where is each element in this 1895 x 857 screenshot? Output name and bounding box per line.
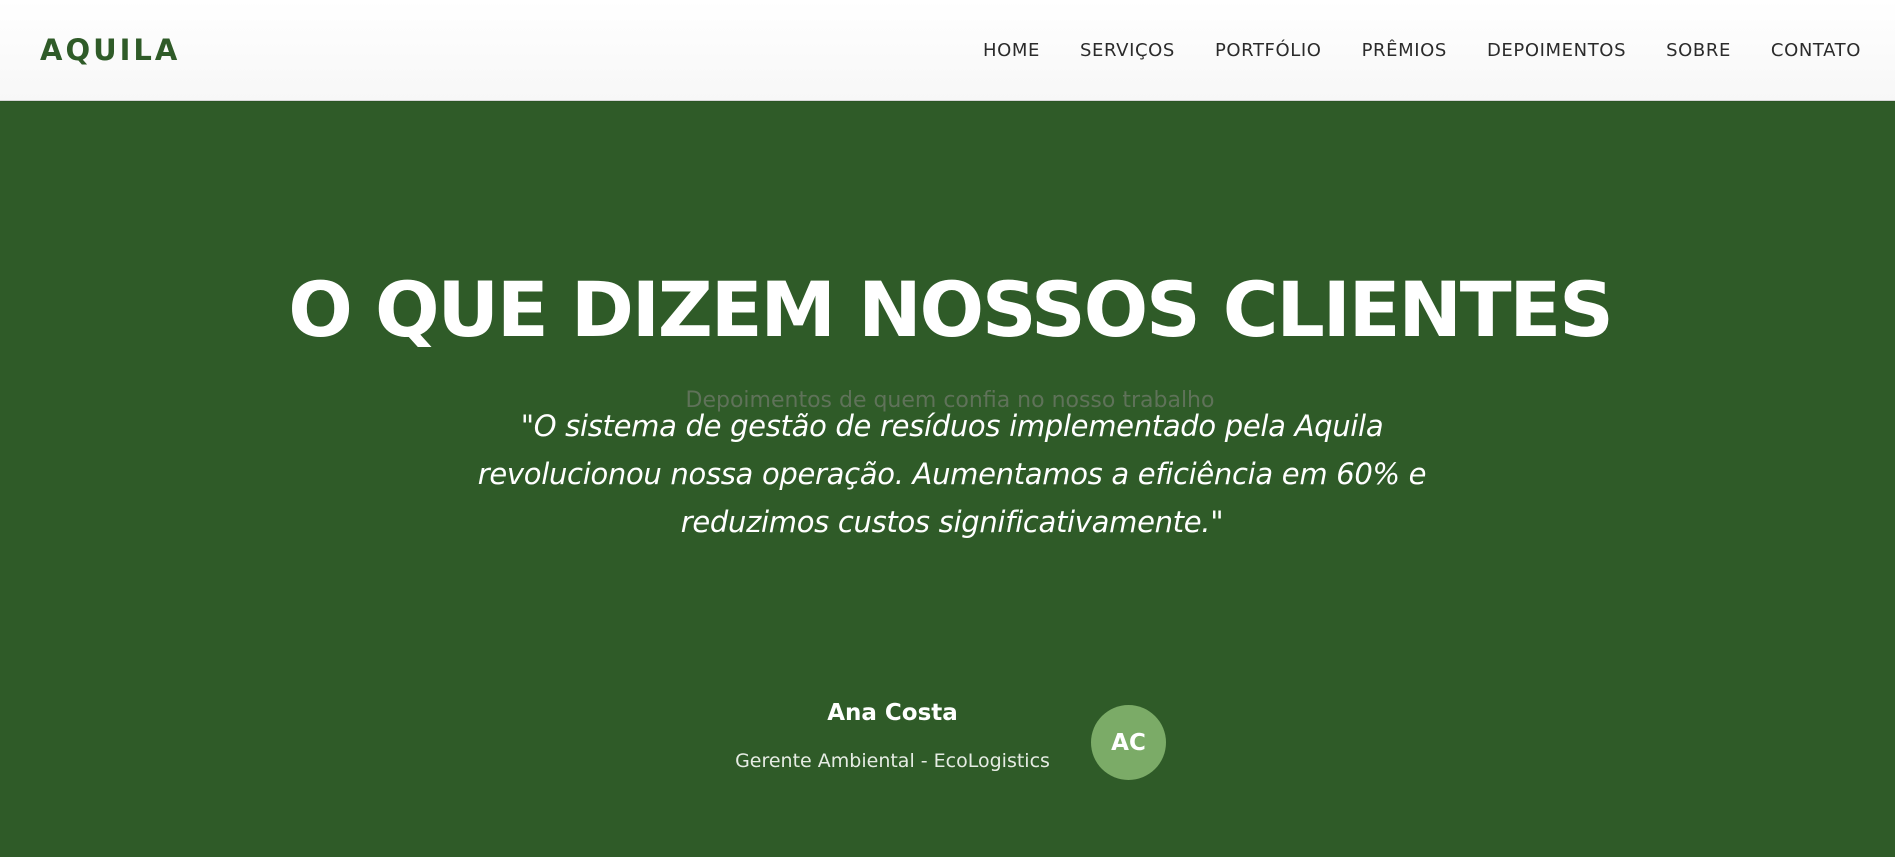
testimonial-quote: "O sistema de gestão de resíduos impleme… bbox=[477, 409, 1427, 539]
nav-link-premios[interactable]: PRÊMIOS bbox=[1362, 40, 1447, 61]
nav-link-portfolio[interactable]: PORTFÓLIO bbox=[1215, 40, 1322, 61]
nav-link-depoimentos[interactable]: DEPOIMENTOS bbox=[1487, 40, 1626, 61]
author-role: Gerente Ambiental - EcoLogistics bbox=[735, 750, 1050, 772]
nav-menu: HOME SERVIÇOS PORTFÓLIO PRÊMIOS DEPOIMEN… bbox=[943, 40, 1861, 61]
author-avatar: AC bbox=[1091, 705, 1166, 780]
nav-link-sobre[interactable]: SOBRE bbox=[1666, 40, 1731, 61]
nav-link-servicos[interactable]: SERVIÇOS bbox=[1080, 40, 1175, 61]
section-title: O QUE DIZEM NOSSOS CLIENTES bbox=[288, 265, 1614, 354]
nav-link-home[interactable]: HOME bbox=[983, 40, 1040, 61]
nav-link-contato[interactable]: CONTATO bbox=[1771, 40, 1861, 61]
logo[interactable]: AQUILA bbox=[40, 33, 180, 67]
top-navbar: AQUILA HOME SERVIÇOS PORTFÓLIO PRÊMIOS D… bbox=[0, 0, 1895, 101]
author-name: Ana Costa bbox=[827, 700, 958, 726]
